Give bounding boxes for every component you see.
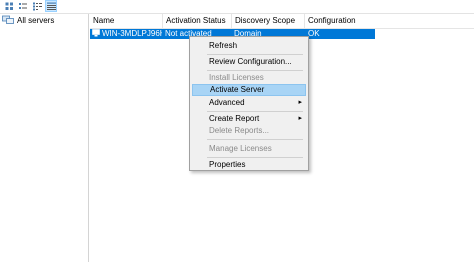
context-menu: Refresh Review Configuration... Install … bbox=[189, 36, 309, 171]
cell-name: WIN-3MDLPJ96H... bbox=[92, 29, 162, 39]
large-icons-view-icon[interactable] bbox=[4, 1, 14, 11]
menu-item-manage-licenses[interactable]: Manage Licenses bbox=[192, 143, 306, 155]
submenu-arrow-icon: ▸ bbox=[298, 99, 302, 106]
small-icons-view-icon[interactable] bbox=[18, 1, 28, 11]
servers-icon bbox=[2, 15, 14, 27]
menu-separator bbox=[207, 139, 303, 140]
menu-item-advanced[interactable]: Advanced ▸ bbox=[192, 97, 306, 109]
view-toolbar bbox=[0, 0, 474, 14]
server-tree: All servers bbox=[0, 14, 89, 262]
menu-item-create-report[interactable]: Create Report ▸ bbox=[192, 113, 306, 125]
menu-item-properties[interactable]: Properties bbox=[192, 159, 306, 171]
menu-separator bbox=[207, 70, 303, 71]
menu-item-label: Create Report bbox=[209, 114, 260, 123]
column-header-activation-status[interactable]: Activation Status bbox=[163, 14, 232, 28]
menu-separator bbox=[207, 54, 303, 55]
server-icon bbox=[92, 29, 100, 39]
menu-item-review-configuration[interactable]: Review Configuration... bbox=[192, 56, 306, 68]
menu-item-activate-server[interactable]: Activate Server bbox=[192, 84, 306, 96]
tree-item-label: All servers bbox=[17, 16, 55, 25]
menu-item-refresh[interactable]: Refresh bbox=[192, 40, 306, 52]
column-header-name[interactable]: Name bbox=[90, 14, 163, 28]
submenu-arrow-icon: ▸ bbox=[298, 115, 302, 122]
menu-item-label: Advanced bbox=[209, 98, 245, 107]
column-header-configuration[interactable]: Configuration bbox=[305, 14, 474, 28]
list-header: Name Activation Status Discovery Scope C… bbox=[90, 14, 474, 29]
menu-item-delete-reports[interactable]: Delete Reports... bbox=[192, 125, 306, 137]
cell-configuration: OK bbox=[308, 29, 320, 38]
column-header-discovery-scope[interactable]: Discovery Scope bbox=[232, 14, 305, 28]
server-name: WIN-3MDLPJ96H... bbox=[102, 29, 162, 38]
tree-item-all-servers[interactable]: All servers bbox=[2, 15, 54, 26]
menu-separator bbox=[207, 111, 303, 112]
details-view-icon[interactable] bbox=[45, 0, 57, 12]
menu-separator bbox=[207, 157, 303, 158]
menu-item-install-licenses[interactable]: Install Licenses bbox=[192, 72, 306, 84]
list-view-icon[interactable] bbox=[32, 1, 42, 11]
